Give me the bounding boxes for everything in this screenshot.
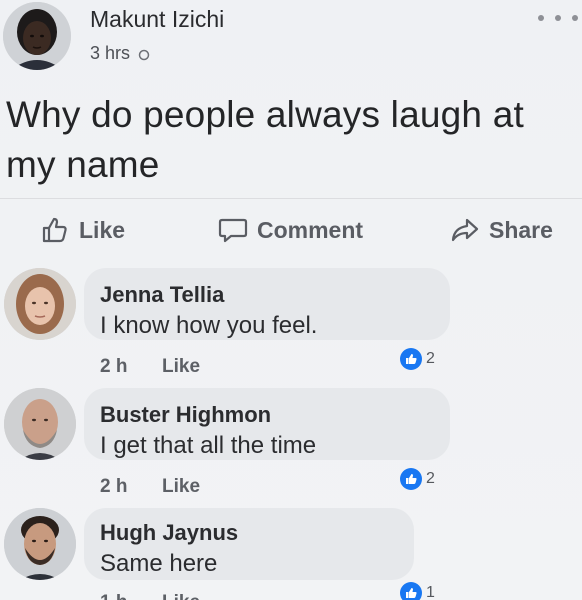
commenter-avatar[interactable] — [4, 388, 76, 460]
comment-text: I get that all the time — [100, 432, 317, 459]
commenter-avatar[interactable] — [4, 268, 76, 340]
share-arrow-icon — [450, 215, 480, 245]
commenter-name[interactable]: Buster Highmon — [100, 402, 271, 428]
like-button-label: Like — [79, 216, 126, 243]
author-avatar[interactable] — [3, 2, 71, 70]
like-badge-icon — [400, 348, 422, 370]
comment-item: Jenna Tellia I know how you feel. 2 h Li… — [0, 266, 582, 384]
comment-reaction-count[interactable]: 1 — [400, 582, 435, 600]
globe-icon — [138, 48, 150, 60]
comment-time[interactable]: 2 h — [100, 476, 162, 498]
comment-button-label: Comment — [257, 216, 364, 243]
comment-text: I know how you feel. — [100, 312, 318, 339]
comment-bubble-icon — [218, 215, 248, 245]
more-dot — [538, 15, 544, 21]
comment-like-button[interactable]: Like — [162, 592, 200, 600]
comment-reaction-count[interactable]: 2 — [400, 468, 435, 490]
reaction-count: 1 — [426, 584, 435, 600]
like-badge-icon — [400, 468, 422, 490]
post-time[interactable]: 3 hrs — [90, 43, 130, 64]
post-meta: 3 hrs — [90, 43, 150, 64]
comment-reaction-count[interactable]: 2 — [400, 348, 435, 370]
comment-like-button[interactable]: Like — [162, 356, 200, 378]
post-action-bar: Like Comment Share — [0, 198, 582, 265]
thumbs-up-icon — [40, 215, 70, 245]
comment-footer: 1 h Like — [100, 592, 200, 600]
reaction-count: 2 — [426, 350, 435, 367]
comment-time[interactable]: 1 h — [100, 592, 162, 600]
share-button-label: Share — [489, 216, 553, 243]
commenter-name[interactable]: Jenna Tellia — [100, 282, 224, 308]
facebook-post-screenshot: Makunt Izichi 3 hrs Why do people always… — [0, 0, 582, 600]
comment-button[interactable]: Comment — [218, 213, 363, 247]
comment-time[interactable]: 2 h — [100, 356, 162, 378]
more-dot — [555, 15, 561, 21]
like-badge-icon — [400, 582, 422, 600]
author-name[interactable]: Makunt Izichi — [90, 6, 224, 33]
post-text: Why do people always laugh at my name — [6, 94, 524, 185]
share-button[interactable]: Share — [450, 213, 553, 247]
comment-footer: 2 h Like — [100, 356, 200, 378]
post-header: Makunt Izichi 3 hrs — [0, 0, 582, 80]
commenter-avatar[interactable] — [4, 508, 76, 580]
reaction-count: 2 — [426, 470, 435, 487]
comment-text: Same here — [100, 550, 218, 577]
like-button[interactable]: Like — [40, 213, 125, 247]
more-icon[interactable] — [538, 8, 578, 28]
comment-item: Hugh Jaynus Same here 1 h Like 1 — [0, 506, 582, 600]
commenter-name[interactable]: Hugh Jaynus — [100, 520, 238, 546]
comment-like-button[interactable]: Like — [162, 476, 200, 498]
comment-footer: 2 h Like — [100, 476, 200, 498]
more-dot — [572, 15, 578, 21]
comment-item: Buster Highmon I get that all the time 2… — [0, 386, 582, 504]
